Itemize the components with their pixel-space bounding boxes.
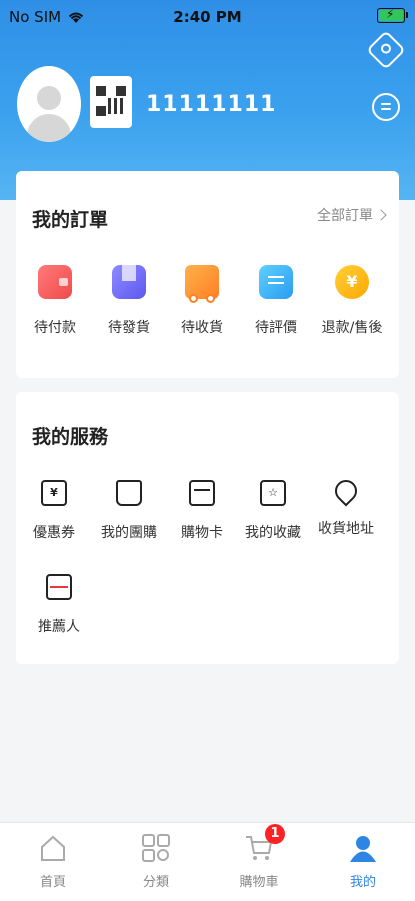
message-icon[interactable] (372, 93, 400, 121)
wallet-icon (38, 265, 72, 299)
orders-title: 我的訂單 (32, 209, 109, 231)
order-label: 退款/售後 (321, 320, 383, 336)
cart-badge: 1 (265, 824, 285, 844)
order-label: 待收貨 (181, 320, 223, 336)
service-label: 購物卡 (181, 525, 223, 541)
location-icon (330, 475, 362, 507)
tab-label: 分類 (142, 875, 169, 890)
order-label: 待評價 (255, 320, 297, 336)
tab-profile[interactable]: 我的 (328, 833, 398, 890)
order-label: 待發貨 (108, 320, 150, 336)
service-label: 我的團購 (101, 525, 157, 541)
avatar[interactable] (17, 66, 81, 142)
comment-icon (259, 265, 293, 299)
battery-icon: ⚡ (377, 7, 408, 23)
tab-label: 我的 (349, 875, 376, 890)
truck-icon (185, 265, 219, 303)
service-label: 收貨地址 (318, 521, 374, 537)
service-label: 推薦人 (38, 619, 80, 635)
service-label: 優惠券 (33, 525, 75, 541)
profile-icon (348, 833, 378, 863)
package-icon (112, 265, 146, 299)
order-pending-payment[interactable]: 待付款 (20, 265, 90, 337)
services-title: 我的服務 (32, 426, 109, 448)
service-address[interactable]: 收貨地址 (310, 475, 382, 538)
category-icon (141, 833, 171, 863)
order-pending-receipt[interactable]: 待收貨 (167, 265, 237, 337)
order-refund[interactable]: ¥ 退款/售後 (317, 265, 387, 337)
services-card: 我的服務 ¥ 優惠券 我的團購 購物卡 ☆ 我的收藏 收貨地址 推薦人 (16, 392, 399, 664)
status-time: 2:40 PM (173, 8, 242, 26)
order-pending-shipment[interactable]: 待發貨 (94, 265, 164, 337)
username: 11111111 (146, 92, 277, 117)
tab-category[interactable]: 分類 (121, 833, 191, 890)
all-orders-link[interactable]: 全部訂單 (317, 205, 387, 225)
tab-label: 首頁 (39, 875, 66, 890)
chevron-right-icon (375, 209, 387, 221)
order-pending-review[interactable]: 待評價 (241, 265, 311, 337)
group-buy-icon (116, 480, 142, 506)
service-label: 我的收藏 (245, 525, 301, 541)
service-shopping-card[interactable]: 購物卡 (166, 480, 238, 542)
referrer-icon (46, 574, 72, 600)
home-icon (38, 833, 68, 863)
all-orders-label: 全部訂單 (317, 208, 373, 224)
card-icon (189, 480, 215, 506)
service-favorites[interactable]: ☆ 我的收藏 (237, 480, 309, 542)
tab-home[interactable]: 首頁 (18, 833, 88, 890)
service-referrer[interactable]: 推薦人 (23, 574, 95, 636)
qr-code-icon[interactable] (90, 76, 132, 128)
tab-bar: 首頁 分類 購物車 我的 (0, 822, 415, 901)
status-bar: No SIM 2:40 PM ⚡ (0, 0, 415, 32)
coupon-icon: ¥ (41, 480, 67, 506)
refund-icon: ¥ (335, 265, 369, 299)
service-group-buy[interactable]: 我的團購 (93, 480, 165, 542)
orders-card: 我的訂單 全部訂單 待付款 待發貨 待收貨 待評價 ¥ 退款/售後 (16, 171, 399, 378)
tab-label: 購物車 (239, 875, 279, 890)
favorite-folder-icon: ☆ (260, 480, 286, 506)
tab-cart[interactable]: 購物車 (224, 833, 294, 890)
service-coupon[interactable]: ¥ 優惠券 (18, 480, 90, 542)
order-label: 待付款 (34, 320, 76, 336)
